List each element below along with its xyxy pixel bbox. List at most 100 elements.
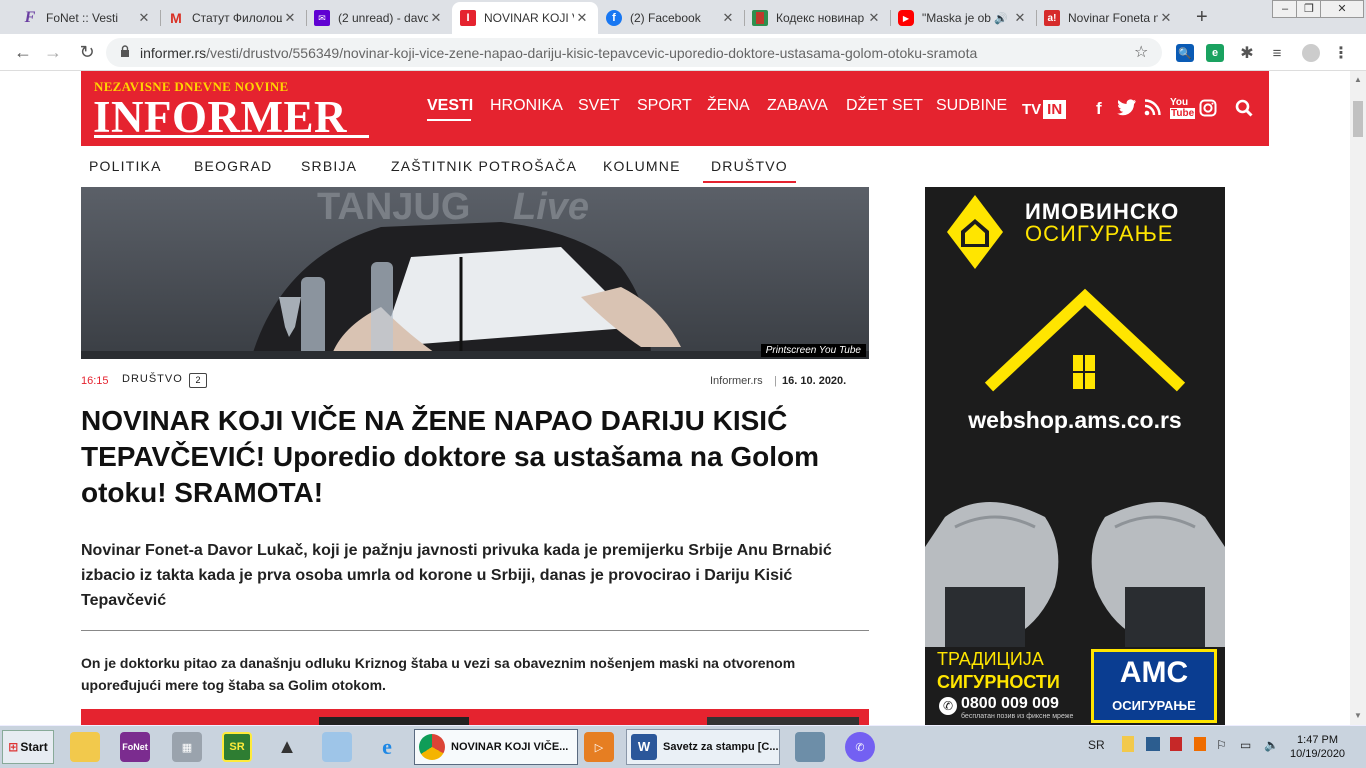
- minimize-button[interactable]: –: [1272, 0, 1298, 18]
- tab-youtube[interactable]: ▶ "Maska je ob 🔊 ✕: [890, 2, 1036, 34]
- pyramid-app-icon[interactable]: ▲: [272, 732, 302, 762]
- tab-yahoo-mail[interactable]: ✉ (2 unread) - davo ✕: [306, 2, 452, 34]
- tab-title: Novinar Foneta n: [1068, 11, 1158, 25]
- subnav-drustvo[interactable]: DRUŠTVO: [703, 158, 796, 183]
- tab-title: FoNet :: Vesti: [46, 11, 119, 25]
- tab-gmail[interactable]: M Статут Филолош ✕: [160, 2, 306, 34]
- twitter-icon[interactable]: [1117, 99, 1137, 121]
- notepad-app-icon[interactable]: [322, 732, 352, 762]
- nav-zena[interactable]: ŽENA: [707, 97, 750, 115]
- evernote-extension-icon[interactable]: e: [1206, 44, 1224, 62]
- address-bar[interactable]: informer.rs/vesti/drustvo/556349/novinar…: [106, 38, 1162, 67]
- volume-tray-icon[interactable]: 🔈: [1264, 738, 1279, 752]
- media-thumbnail: [707, 717, 859, 725]
- envelope-icon: ✉: [314, 10, 330, 26]
- nav-sudbine[interactable]: SUDBINE: [936, 97, 1007, 115]
- network-tray-icon[interactable]: [1146, 737, 1160, 751]
- close-icon[interactable]: ✕: [574, 10, 590, 26]
- word-icon: W: [631, 734, 657, 760]
- close-icon[interactable]: ✕: [1158, 10, 1174, 26]
- media-control-icon[interactable]: ≡: [1268, 44, 1286, 62]
- close-icon[interactable]: ✕: [282, 10, 298, 26]
- system-clock[interactable]: 1:47 PM 10/19/2020: [1290, 733, 1345, 761]
- eye-app-icon[interactable]: [795, 732, 825, 762]
- taskbar-chrome-window[interactable]: NOVINAR KOJI VIČE...: [414, 729, 578, 765]
- nav-svet[interactable]: SVET: [578, 97, 620, 115]
- article-hero-image: TANJUG Live Printscreen You Tube: [81, 187, 869, 359]
- rss-icon[interactable]: [1144, 99, 1161, 121]
- ad-phone-note: бесплатан позив из фиксне мреже: [961, 713, 1074, 720]
- tab-title: Статут Филолош: [192, 11, 282, 25]
- subnav-politika[interactable]: POLITIKA: [89, 158, 162, 174]
- nav-hronika[interactable]: HRONIKA: [490, 97, 563, 115]
- article-paragraph: On je doktorku pitao za današnju odluku …: [81, 655, 796, 693]
- embedded-media-banner[interactable]: [81, 709, 869, 725]
- reload-icon[interactable]: ↻: [76, 42, 98, 63]
- tab-informer[interactable]: I NOVINAR KOJI V ✕: [452, 2, 598, 34]
- search-extension-icon[interactable]: 🔍: [1176, 44, 1194, 62]
- nav-vesti[interactable]: VESTI: [427, 97, 473, 115]
- article-category[interactable]: DRUŠTVO: [122, 373, 183, 385]
- update-tray-icon[interactable]: [1194, 737, 1206, 751]
- shield-tray-icon[interactable]: [1122, 736, 1134, 752]
- tv-in-link[interactable]: TV IN: [1022, 99, 1067, 120]
- language-indicator[interactable]: SR: [1088, 738, 1105, 752]
- close-icon[interactable]: ✕: [136, 10, 152, 26]
- tab-title: (2 unread) - davo: [338, 11, 428, 25]
- close-icon[interactable]: ✕: [428, 10, 444, 26]
- ams-insurance-ad[interactable]: ИМОВИНСКО ОСИГУРАЊЕ webshop.ams.co.rs ТР…: [925, 187, 1225, 725]
- facebook-icon: f: [606, 10, 622, 26]
- scroll-down-arrow-icon[interactable]: ▼: [1354, 711, 1362, 720]
- scroll-up-arrow-icon[interactable]: ▲: [1354, 75, 1362, 84]
- media-player-icon[interactable]: ▷: [584, 732, 614, 762]
- taskbar-word-window[interactable]: W Savetz za stampu [C...: [626, 729, 780, 765]
- tab-fonet[interactable]: F FoNet :: Vesti ✕: [14, 2, 160, 34]
- article-date: 16. 10. 2020.: [782, 375, 847, 387]
- tab-title: NOVINAR KOJI V: [484, 11, 574, 25]
- restore-button[interactable]: ❐: [1296, 0, 1322, 18]
- viber-icon[interactable]: ✆: [845, 732, 875, 762]
- back-arrow-icon[interactable]: ←: [12, 42, 34, 63]
- menu-kebab-icon[interactable]: ⋮: [1332, 44, 1350, 62]
- file-explorer-icon[interactable]: [70, 732, 100, 762]
- search-icon[interactable]: [1235, 99, 1253, 122]
- calculator-icon[interactable]: ▦: [172, 732, 202, 762]
- article-time: 16:15: [81, 375, 109, 387]
- pdf-tray-icon[interactable]: [1170, 737, 1182, 751]
- nav-dzet-set[interactable]: DŽET SET: [846, 97, 923, 115]
- flag-tray-icon[interactable]: ⚐: [1216, 738, 1227, 752]
- subnav-kolumne[interactable]: KOLUMNE: [603, 158, 681, 174]
- instagram-icon[interactable]: [1199, 99, 1217, 122]
- nav-zabava[interactable]: ZABAVA: [767, 97, 828, 115]
- scroll-thumb[interactable]: [1353, 101, 1363, 137]
- close-icon[interactable]: ✕: [720, 10, 736, 26]
- close-window-button[interactable]: ✕: [1320, 0, 1364, 18]
- tab-alo[interactable]: a! Novinar Foneta n ✕: [1036, 2, 1182, 34]
- puzzle-extensions-icon[interactable]: ✱: [1238, 44, 1256, 62]
- tab-kodeks[interactable]: Кодекс новинар ✕: [744, 2, 890, 34]
- start-button[interactable]: ⊞ Start: [2, 730, 54, 764]
- subnav-beograd[interactable]: BEOGRAD: [194, 158, 272, 174]
- speaker-icon[interactable]: 🔊: [994, 12, 1008, 25]
- new-tab-button[interactable]: +: [1196, 6, 1208, 29]
- tv-badge: IN: [1043, 100, 1067, 119]
- subnav-zastitnik-potrosaca[interactable]: ZAŠTITNIK POTROŠAČA: [391, 158, 577, 174]
- informer-icon: I: [460, 10, 476, 26]
- page-scrollbar[interactable]: ▲ ▼: [1350, 71, 1366, 725]
- profile-avatar-icon[interactable]: [1302, 44, 1320, 62]
- forward-arrow-icon[interactable]: →: [42, 42, 64, 63]
- facebook-icon[interactable]: f: [1096, 99, 1102, 119]
- internet-explorer-icon[interactable]: e: [372, 732, 402, 762]
- tab-facebook[interactable]: f (2) Facebook ✕: [598, 2, 744, 34]
- youtube-icon[interactable]: You Tube: [1170, 97, 1196, 119]
- nav-active-indicator: [427, 119, 471, 121]
- comments-icon[interactable]: 2: [189, 373, 207, 388]
- fonet-app-icon[interactable]: FoNet: [120, 732, 150, 762]
- nav-sport[interactable]: SPORT: [637, 97, 692, 115]
- close-icon[interactable]: ✕: [1012, 10, 1028, 26]
- bookmark-star-icon[interactable]: ☆: [1134, 42, 1148, 62]
- close-icon[interactable]: ✕: [866, 10, 882, 26]
- subnav-srbija[interactable]: SRBIJA: [301, 158, 357, 174]
- sr-app-icon[interactable]: SR: [222, 732, 252, 762]
- monitor-tray-icon[interactable]: ▭: [1240, 738, 1251, 752]
